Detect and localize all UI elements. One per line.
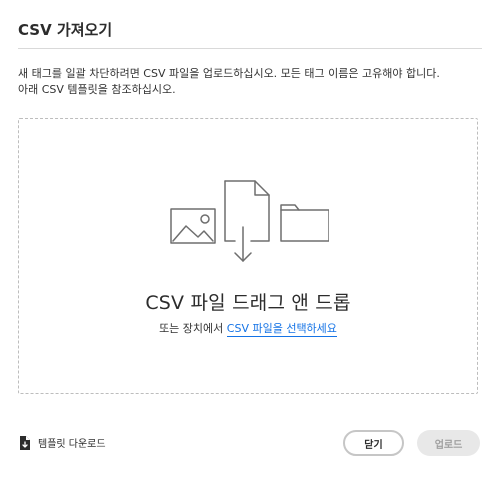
file-download-icon — [224, 180, 270, 262]
upload-button[interactable]: 업로드 — [417, 430, 480, 456]
download-template-link[interactable]: 템플릿 다운로드 — [20, 435, 106, 450]
download-template-label: 템플릿 다운로드 — [38, 439, 106, 450]
dropzone-illustration — [170, 180, 329, 262]
close-button[interactable]: 닫기 — [343, 430, 404, 456]
dropzone-or-text: 또는 장치에서 — [159, 322, 227, 335]
dropzone-title: CSV 파일 드래그 앤 드롭 — [145, 292, 351, 314]
description-line-2: 아래 CSV 템플릿을 참조하십시오. — [18, 83, 176, 96]
csv-import-dialog: CSV 가져오기 새 태그를 일괄 차단하려면 CSV 파일을 업로드하십시오.… — [0, 0, 500, 479]
folder-icon — [280, 204, 329, 242]
description-line-1: 새 태그를 일괄 차단하려면 CSV 파일을 업로드하십시오. 모든 태그 이름… — [18, 67, 440, 80]
file-dropzone[interactable]: CSV 파일 드래그 앤 드롭 또는 장치에서 CSV 파일을 선택하세요 — [18, 118, 478, 394]
dialog-title: CSV 가져오기 — [18, 21, 113, 39]
image-icon — [170, 208, 216, 244]
dialog-description: 새 태그를 일괄 차단하려면 CSV 파일을 업로드하십시오. 모든 태그 이름… — [18, 66, 488, 98]
title-divider — [18, 48, 482, 49]
dropzone-subtitle: 또는 장치에서 CSV 파일을 선택하세요 — [19, 320, 477, 337]
document-download-icon — [20, 435, 30, 450]
select-csv-file-link[interactable]: CSV 파일을 선택하세요 — [226, 322, 337, 337]
